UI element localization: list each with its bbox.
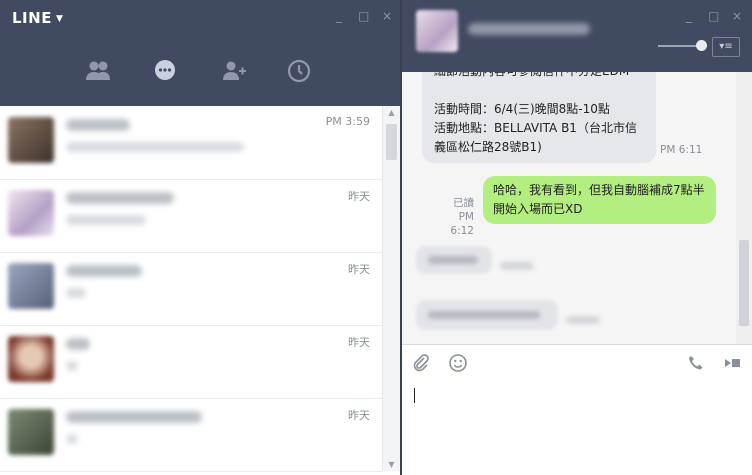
scroll-down-icon[interactable]: ▼ <box>383 460 400 469</box>
text-cursor <box>414 388 415 403</box>
add-friend-icon <box>223 61 246 80</box>
message-meta: 已讀 PM 6:12 <box>432 196 474 238</box>
left-window-controls: _ □ × <box>334 9 392 23</box>
close-button[interactable]: × <box>382 9 392 23</box>
message-line: 開始入場而已XD <box>493 202 583 216</box>
outgoing-message-bubble: 哈哈，我有看到，但我自動腦補成7點半 開始入場而已XD <box>483 176 716 224</box>
scrollbar-thumb[interactable] <box>386 124 397 160</box>
redacted-time <box>566 316 600 324</box>
chat-avatar <box>416 10 458 52</box>
chat-preview-redacted <box>66 142 244 152</box>
message-area: 細節活動內容可參閱信件中分足EDM 活動時間：6/4(三)晚間8點-10點 活動… <box>402 72 752 344</box>
chat-name-redacted <box>66 192 174 204</box>
chat-window-controls: _ □ × <box>684 9 742 23</box>
chat-preview-redacted <box>66 434 78 444</box>
maximize-button[interactable]: □ <box>708 9 719 23</box>
slider-knob[interactable] <box>696 40 707 51</box>
message-line: 義區松仁路28號B1) <box>434 140 542 154</box>
incoming-message-bubble: 細節活動內容可參閱信件中分足EDM 活動時間：6/4(三)晚間8點-10點 活動… <box>422 72 656 163</box>
chat-preview-redacted <box>66 361 78 371</box>
chat-name-redacted <box>66 338 90 350</box>
emoji-icon[interactable] <box>448 353 468 373</box>
chat-list-item[interactable]: 昨天 <box>0 179 382 253</box>
avatar <box>8 409 54 455</box>
chat-icon <box>155 60 175 80</box>
message-input[interactable] <box>402 380 752 475</box>
composer-toolbar <box>402 344 752 381</box>
chat-time: 昨天 <box>348 336 370 349</box>
message-scrollbar[interactable] <box>736 72 752 344</box>
maximize-button[interactable]: □ <box>358 9 369 23</box>
scroll-up-icon[interactable]: ▲ <box>383 108 400 117</box>
chat-list-scrollbar[interactable]: ▲ ▼ <box>382 106 400 471</box>
friends-icon <box>86 61 110 80</box>
message-line: 活動時間：6/4(三)晚間8點-10點 <box>434 102 610 116</box>
chat-preview-redacted <box>66 215 146 225</box>
chevron-down-icon: ▼ <box>55 14 64 24</box>
chat-titlebar: _ □ × ▾≡ <box>402 0 752 72</box>
chat-name-redacted <box>66 411 202 423</box>
chat-time: 昨天 <box>348 263 370 276</box>
message-time: PM 6:11 <box>660 144 703 156</box>
chat-menu-button[interactable]: ▾≡ <box>712 37 740 57</box>
avatar <box>8 190 54 236</box>
scrollbar-thumb[interactable] <box>739 240 749 326</box>
chat-list-item[interactable]: 昨天 <box>0 325 382 399</box>
avatar <box>8 263 54 309</box>
message-line: 哈哈，我有看到，但我自動腦補成7點半 <box>493 183 705 197</box>
redacted-time <box>500 262 534 270</box>
chat-list-item[interactable]: 昨天 <box>0 398 382 472</box>
redacted-text <box>428 311 540 319</box>
chat-time: 昨天 <box>348 190 370 203</box>
avatar <box>8 117 54 163</box>
minimize-button[interactable]: _ <box>334 9 344 23</box>
attachment-icon[interactable] <box>411 353 431 373</box>
message-line: 活動地點：BELLAVITA B1（台北市信 <box>434 121 637 135</box>
chat-list-item[interactable]: PM 3:59 <box>0 106 382 180</box>
main-tabbar <box>0 38 400 106</box>
chat-list: PM 3:59 昨天 昨天 昨天 昨天 ▲ ▼ <box>0 106 400 472</box>
close-button[interactable]: × <box>732 9 742 23</box>
tab-chats[interactable] <box>150 56 180 86</box>
phone-icon[interactable] <box>686 353 706 373</box>
chat-time: PM 3:59 <box>325 115 370 128</box>
left-titlebar: LINE ▼ _ □ × <box>0 0 400 38</box>
app-title: LINE <box>12 9 52 27</box>
redacted-text <box>428 256 478 264</box>
clock-icon <box>287 59 311 83</box>
chat-list-item[interactable]: 昨天 <box>0 252 382 326</box>
tab-timeline[interactable] <box>284 56 314 86</box>
avatar <box>8 336 54 382</box>
read-receipt: 已讀 <box>453 197 474 209</box>
chat-time: 昨天 <box>348 409 370 422</box>
chat-name-redacted <box>66 119 130 131</box>
chat-preview-redacted <box>66 288 86 298</box>
message-time: PM 6:12 <box>450 211 474 237</box>
app-menu[interactable]: LINE ▼ <box>12 9 63 27</box>
chat-title-redacted <box>468 23 590 35</box>
tab-friends[interactable] <box>83 56 113 86</box>
menu-icon: ▾≡ <box>719 41 733 52</box>
message-line-blank <box>434 81 644 100</box>
video-call-icon[interactable] <box>722 353 742 373</box>
minimize-button[interactable]: _ <box>684 9 694 23</box>
message-line: 細節活動內容可參閱信件中分足EDM <box>434 72 644 81</box>
tab-add-friend[interactable] <box>219 56 249 86</box>
chat-name-redacted <box>66 265 142 277</box>
chat-window: _ □ × ▾≡ 細節活動內容可參閱信件中分足EDM 活動時間：6/4(三)晚間… <box>402 0 752 475</box>
line-contacts-window: LINE ▼ _ □ × PM 3:59 昨天 昨天 昨天 昨天 ▲ ▼ <box>0 0 400 475</box>
